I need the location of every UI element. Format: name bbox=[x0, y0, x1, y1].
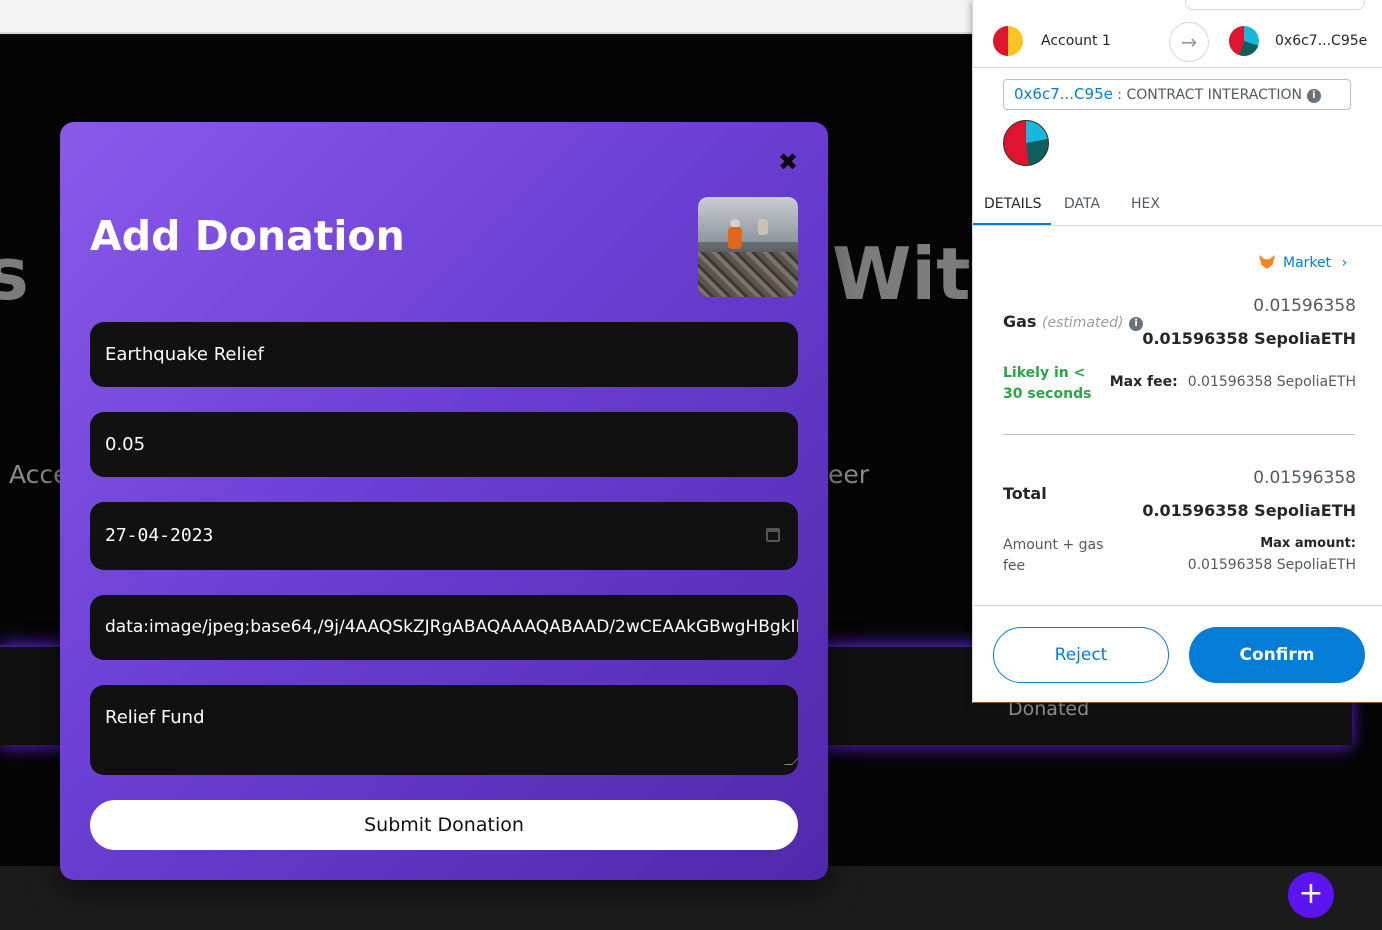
date-input[interactable]: 27-04-2023 bbox=[90, 502, 798, 570]
gas-eth-value: 0.01596358 SepoliaETH bbox=[1142, 329, 1356, 348]
recipient-avatar bbox=[1229, 26, 1259, 56]
tab-data[interactable]: DATA bbox=[1064, 196, 1100, 212]
amount-gas-fee-label: Amount + gas fee bbox=[1003, 537, 1104, 574]
title-input[interactable]: Earthquake Relief bbox=[90, 322, 798, 387]
title-input-value: Earthquake Relief bbox=[105, 344, 264, 365]
submit-donation-button[interactable]: Submit Donation bbox=[90, 800, 798, 850]
donation-image-preview bbox=[698, 197, 798, 297]
tab-details[interactable]: DETAILS bbox=[984, 196, 1041, 212]
gas-info-icon[interactable]: i bbox=[1129, 317, 1144, 331]
contract-avatar bbox=[1003, 120, 1049, 166]
network-pill[interactable] bbox=[1185, 0, 1365, 10]
hero-title-left: s bbox=[0, 232, 29, 316]
arrow-right-icon: → bbox=[1169, 22, 1209, 62]
section-divider bbox=[1003, 434, 1355, 435]
metamask-popup: Account 1 → 0x6c7...C95e 0x6c7...C95e : … bbox=[972, 0, 1382, 703]
add-donation-fab[interactable]: + bbox=[1288, 872, 1334, 918]
active-tab-indicator bbox=[973, 223, 1051, 225]
max-amount-label: Max amount: bbox=[1260, 536, 1356, 551]
contract-address-link[interactable]: 0x6c7...C95e bbox=[1014, 85, 1113, 103]
image-url-input[interactable]: data:image/jpeg;base64,/9j/4AAQSkZJRgABA… bbox=[90, 595, 798, 660]
origin-separator: : bbox=[1112, 87, 1127, 103]
amount-input-value: 0.05 bbox=[105, 434, 146, 455]
reject-button[interactable]: Reject bbox=[993, 627, 1169, 683]
gas-estimated: (estimated) bbox=[1042, 315, 1124, 331]
account-name[interactable]: Account 1 bbox=[1041, 33, 1111, 49]
description-textarea[interactable]: Relief Fund bbox=[90, 685, 798, 775]
date-input-value: 27-04-2023 bbox=[105, 525, 214, 546]
hero-title-right: Wit bbox=[832, 232, 971, 316]
description-textarea-value: Relief Fund bbox=[105, 707, 205, 728]
tab-hex[interactable]: HEX bbox=[1131, 196, 1160, 212]
amount-input[interactable]: 0.05 bbox=[90, 412, 798, 477]
account-avatar bbox=[993, 26, 1023, 56]
hero-subtitle-right: eer bbox=[828, 460, 870, 489]
gas-label: Gas (estimated) i bbox=[1003, 312, 1144, 331]
total-eth-value: 0.01596358 SepoliaETH bbox=[1142, 501, 1356, 520]
gas-label-text: Gas bbox=[1003, 312, 1037, 331]
close-icon[interactable]: ✖ bbox=[776, 148, 800, 176]
confirm-button[interactable]: Confirm bbox=[1189, 627, 1365, 683]
fox-icon bbox=[1259, 255, 1275, 269]
market-gas-link[interactable]: Market › bbox=[1259, 255, 1347, 271]
image-url-input-value: data:image/jpeg;base64,/9j/4AAQSkZJRgABA… bbox=[105, 617, 798, 637]
total-label: Total bbox=[1003, 484, 1047, 503]
max-fee-value: 0.01596358 SepoliaETH bbox=[1187, 374, 1356, 390]
metamask-header: Account 1 → 0x6c7...C95e bbox=[973, 16, 1382, 68]
add-donation-modal: ✖ Add Donation Earthquake Relief 0.05 27… bbox=[60, 122, 828, 880]
max-fee-label: Max fee: bbox=[1109, 374, 1178, 390]
recipient-address[interactable]: 0x6c7...C95e bbox=[1275, 33, 1367, 49]
max-fee: Max fee: 0.01596358 SepoliaETH bbox=[1110, 374, 1356, 390]
total-fiat-value: 0.01596358 bbox=[1253, 468, 1356, 488]
resize-handle-icon[interactable] bbox=[784, 757, 798, 765]
footer-divider bbox=[973, 605, 1382, 606]
contract-interaction-pill: 0x6c7...C95e : CONTRACT INTERACTION i bbox=[1003, 79, 1351, 110]
origin-type: CONTRACT INTERACTION bbox=[1126, 87, 1303, 103]
modal-title: Add Donation bbox=[90, 212, 405, 260]
chevron-right-icon: › bbox=[1341, 255, 1348, 271]
gas-fiat-value: 0.01596358 bbox=[1253, 296, 1356, 316]
gas-time-estimate: Likely in < 30 seconds bbox=[1003, 365, 1092, 402]
details-tabs: DETAILS DATA HEX bbox=[973, 186, 1382, 226]
info-icon[interactable]: i bbox=[1306, 89, 1321, 103]
calendar-icon[interactable] bbox=[766, 528, 780, 542]
market-label: Market bbox=[1283, 255, 1332, 271]
max-amount-value: 0.01596358 SepoliaETH bbox=[1187, 557, 1356, 573]
